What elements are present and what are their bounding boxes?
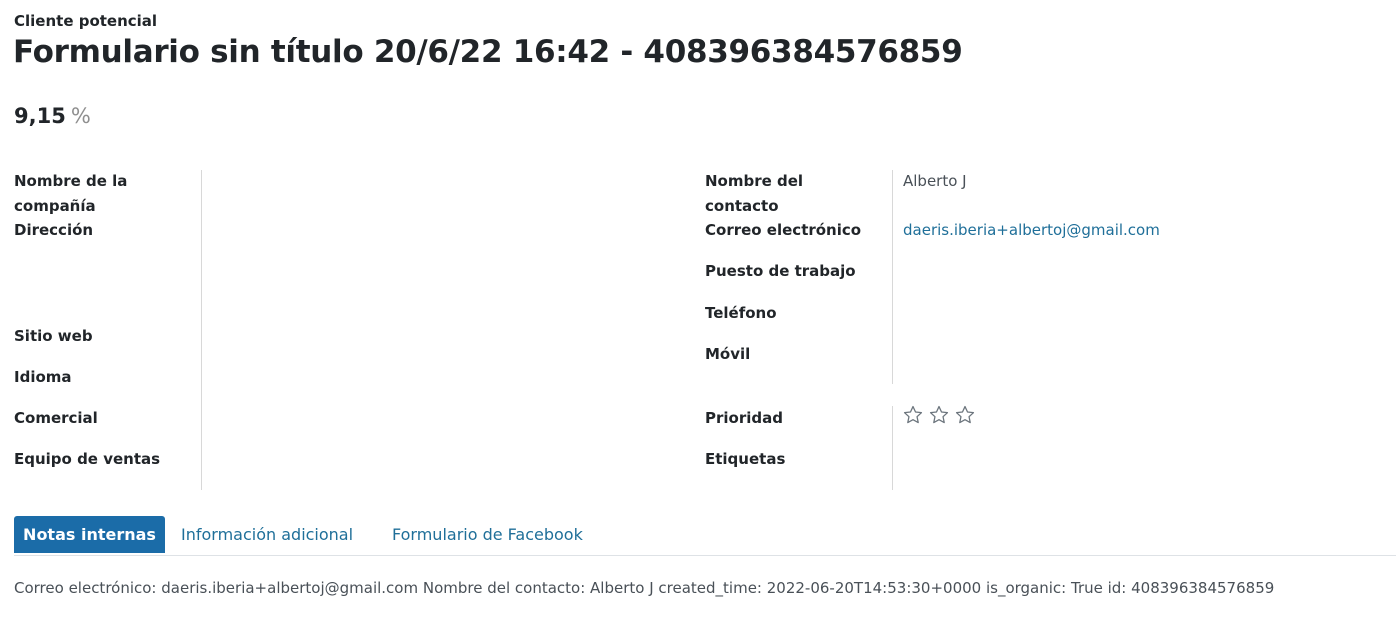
company-name-input[interactable] [212,170,682,214]
star-icon[interactable] [928,404,950,426]
salesperson-select[interactable] [212,406,682,432]
contact-name-value[interactable]: Alberto J [903,169,967,194]
contact-name-label: Nombre del contacto [705,172,804,215]
phone-label: Teléfono [705,304,777,322]
probability-field[interactable]: 9,15% [14,104,91,128]
website-input[interactable] [212,324,682,350]
company-name-label: Nombre de la compañía [14,172,128,215]
tab-additional-info[interactable]: Información adicional [181,516,353,553]
priority-stars[interactable] [902,404,976,426]
tab-facebook-form[interactable]: Formulario de Facebook [392,516,583,553]
website-label: Sitio web [14,327,93,345]
email-link[interactable]: daeris.iberia+albertoj@gmail.com [903,218,1160,243]
page-title[interactable]: Formulario sin título 20/6/22 16:42 - 40… [13,34,963,70]
phone-input[interactable] [903,301,1383,327]
right-group-separator-bottom [892,406,893,490]
sales-team-label: Equipo de ventas [14,450,161,468]
job-position-input[interactable] [903,259,1383,285]
tags-input[interactable] [903,447,1383,473]
language-select[interactable] [212,365,682,391]
star-icon[interactable] [954,404,976,426]
left-group-separator [201,170,202,490]
mobile-label: Móvil [705,345,751,363]
sales-team-select[interactable] [212,447,682,473]
star-icon[interactable] [902,404,924,426]
tags-label: Etiquetas [705,450,786,468]
mobile-input[interactable] [903,342,1383,368]
probability-unit: % [70,104,91,128]
right-group-separator-top [892,170,893,384]
email-label: Correo electrónico [705,221,862,239]
salesperson-label: Comercial [14,409,98,427]
address-input[interactable] [212,218,682,318]
job-position-label: Puesto de trabajo [705,262,856,280]
tabs-divider [14,555,1396,556]
internal-notes-text[interactable]: Correo electrónico: daeris.iberia+albert… [14,576,1274,600]
record-type-label: Cliente potencial [14,12,158,30]
probability-value[interactable]: 9,15 [14,104,66,128]
language-label: Idioma [14,368,72,386]
tab-internal-notes[interactable]: Notas internas [14,516,165,553]
priority-label: Prioridad [705,409,783,427]
address-label: Dirección [14,221,94,239]
